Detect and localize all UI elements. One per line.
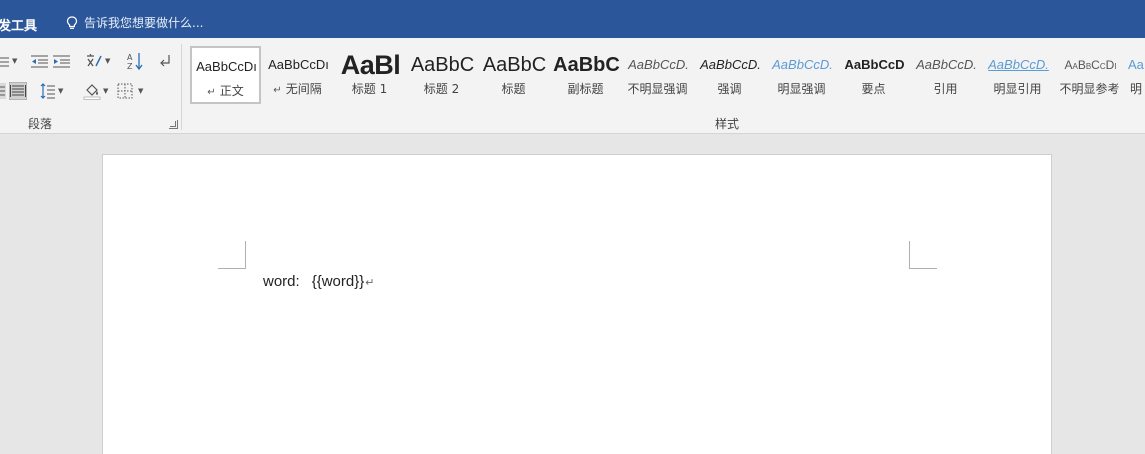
increase-indent-button[interactable] bbox=[53, 51, 71, 71]
style-preview: Aa bbox=[1128, 57, 1144, 72]
style-preview: AaBbCcDı bbox=[268, 57, 329, 72]
styles-group-label: 样式 bbox=[715, 117, 740, 131]
chevron-down-icon: ▼ bbox=[58, 87, 64, 95]
template-placeholder: {{word}} bbox=[311, 273, 365, 290]
lightbulb-icon bbox=[66, 15, 78, 29]
list-icon bbox=[0, 57, 9, 67]
style-strong[interactable]: AaBbCcD 要点 bbox=[838, 46, 909, 104]
document-canvas[interactable]: word: {{word}}↵ bbox=[0, 135, 1145, 454]
chinese-layout-button[interactable]: ▼ bbox=[85, 51, 110, 71]
decrease-indent-icon bbox=[31, 55, 48, 68]
style-name: ↵ 无间隔 bbox=[273, 82, 322, 96]
style-heading-1[interactable]: AaBl 标题 1 bbox=[334, 46, 405, 104]
style-title[interactable]: AaBbC 标题 bbox=[478, 46, 549, 104]
chevron-down-icon: ▼ bbox=[12, 57, 18, 65]
distributed-align-button[interactable] bbox=[9, 81, 27, 101]
style-name: 明 bbox=[1130, 82, 1143, 96]
style-preview: AaBbCcD. bbox=[916, 57, 977, 72]
tell-me-text: 告诉我您想要做什么... bbox=[84, 16, 204, 30]
align-left-button[interactable] bbox=[0, 81, 6, 101]
sort-icon: AZ bbox=[127, 53, 143, 70]
group-separator bbox=[181, 44, 182, 130]
style-preview: AaBbCcDı bbox=[1064, 58, 1117, 72]
style-name: 标题 1 bbox=[351, 82, 388, 96]
style-name: 标题 bbox=[501, 82, 526, 96]
style-subtle-emphasis[interactable]: AaBbCcD. 不明显强调 bbox=[622, 46, 693, 104]
style-preview: AaBbCcDı bbox=[196, 59, 257, 74]
increase-indent-icon bbox=[53, 55, 70, 68]
document-page[interactable]: word: {{word}}↵ bbox=[102, 154, 1052, 454]
chevron-down-icon: ▼ bbox=[103, 87, 109, 95]
svg-text:Z: Z bbox=[127, 62, 133, 70]
sort-button[interactable]: AZ bbox=[127, 51, 143, 71]
paragraph-dialog-launcher[interactable] bbox=[169, 120, 178, 129]
style-preview: AaBbCcD. bbox=[988, 57, 1049, 72]
style-quote[interactable]: AaBbCcD. 引用 bbox=[910, 46, 981, 104]
title-bar: 发工具 告诉我您想要做什么... bbox=[0, 0, 1145, 38]
tell-me-search[interactable]: 告诉我您想要做什么... bbox=[66, 14, 203, 31]
chevron-down-icon: ▼ bbox=[105, 57, 111, 65]
style-name: 引用 bbox=[933, 82, 958, 96]
style-heading-2[interactable]: AaBbC 标题 2 bbox=[406, 46, 477, 104]
style-preview: AaBl bbox=[340, 50, 401, 80]
style-preview: AaBbC bbox=[482, 54, 547, 76]
style-preview: AaBbCcD bbox=[844, 57, 905, 72]
document-paragraph[interactable]: word: {{word}}↵ bbox=[263, 273, 374, 290]
margin-corner-top-left bbox=[218, 241, 246, 269]
align-left-icon bbox=[0, 83, 6, 99]
chevron-down-icon: ▼ bbox=[138, 87, 144, 95]
paint-bucket-icon bbox=[83, 84, 101, 100]
distributed-align-icon bbox=[9, 82, 27, 100]
style-preview: AaBbCcD. bbox=[628, 57, 689, 72]
style-intense-emphasis[interactable]: AaBbCcD. 明显强调 bbox=[766, 46, 837, 104]
style-name: 标题 2 bbox=[423, 82, 460, 96]
style-normal[interactable]: AaBbCcDı ↵ 正文 bbox=[190, 46, 261, 104]
field-label: word: bbox=[263, 273, 300, 290]
style-name: ↵ 正文 bbox=[207, 84, 244, 98]
style-preview: AaBbC bbox=[553, 54, 620, 76]
shading-button[interactable]: ▼ bbox=[83, 81, 108, 101]
style-subtle-reference[interactable]: AaBbCcDı 不明显参考 bbox=[1054, 46, 1125, 104]
styles-gallery: AaBbCcDı ↵ 正文 AaBbCcDı ↵ 无间隔 AaBl 标题 1 AaB… bbox=[187, 46, 1145, 106]
style-preview: AaBbC bbox=[410, 54, 475, 76]
tab-developer[interactable]: 发工具 bbox=[0, 15, 37, 34]
style-name: 副标题 bbox=[567, 82, 604, 96]
ribbon: ▼ ▼ AZ ▼ ▼ ▼ 段落 AaBbCcDı ↵ 正文 AaBbCcDı ↵… bbox=[0, 38, 1145, 134]
style-name: 明显强调 bbox=[777, 82, 826, 96]
style-name: 不明显强调 bbox=[627, 82, 688, 96]
borders-button[interactable]: ▼ bbox=[117, 81, 143, 101]
line-spacing-button[interactable]: ▼ bbox=[40, 81, 63, 101]
list-button[interactable]: ▼ bbox=[0, 51, 17, 71]
borders-icon bbox=[117, 83, 133, 99]
margin-corner-top-right bbox=[909, 241, 937, 269]
line-spacing-icon bbox=[40, 83, 55, 99]
style-intense-reference[interactable]: Aa 明 bbox=[1126, 46, 1145, 104]
style-preview: AaBbCcD. bbox=[700, 57, 761, 72]
style-name: 强调 bbox=[717, 82, 742, 96]
style-preview: AaBbCcD. bbox=[772, 57, 833, 72]
style-intense-quote[interactable]: AaBbCcD. 明显引用 bbox=[982, 46, 1053, 104]
style-no-spacing[interactable]: AaBbCcDı ↵ 无间隔 bbox=[262, 46, 333, 104]
paragraph-mark-icon bbox=[160, 55, 170, 67]
style-subtitle[interactable]: AaBbC 副标题 bbox=[550, 46, 621, 104]
style-name: 明显引用 bbox=[993, 82, 1042, 96]
style-name: 要点 bbox=[861, 82, 886, 96]
svg-text:A: A bbox=[127, 53, 133, 62]
chinese-layout-icon bbox=[87, 54, 102, 67]
decrease-indent-button[interactable] bbox=[31, 51, 49, 71]
style-emphasis[interactable]: AaBbCcD. 强调 bbox=[694, 46, 765, 104]
paragraph-group-label: 段落 bbox=[28, 117, 53, 131]
paragraph-mark: ↵ bbox=[365, 277, 375, 289]
paragraph-group: ▼ ▼ AZ ▼ ▼ ▼ 段落 bbox=[0, 38, 181, 134]
style-name: 不明显参考 bbox=[1059, 82, 1120, 96]
show-marks-button[interactable] bbox=[159, 51, 171, 71]
